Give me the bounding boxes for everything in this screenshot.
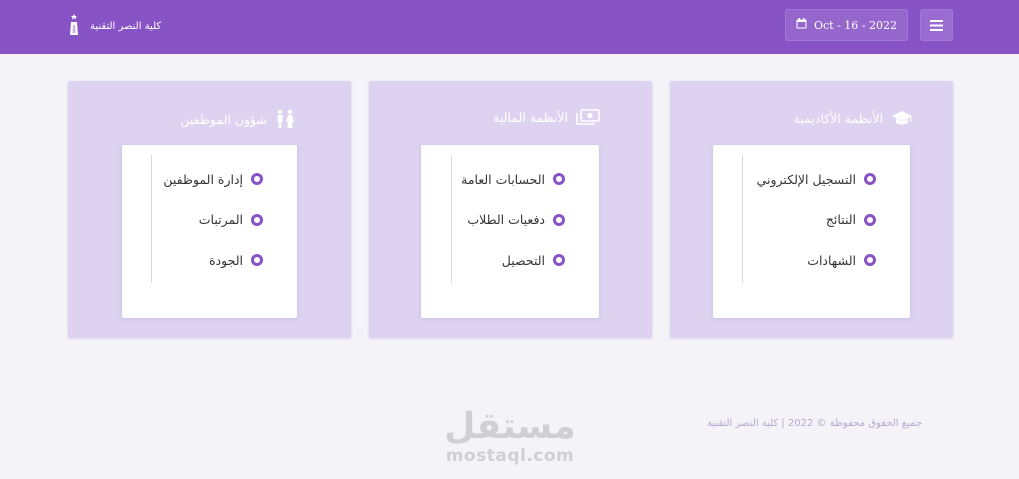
- staff-icon: [275, 109, 295, 129]
- bullet-icon: [553, 254, 565, 267]
- menu-item-results[interactable]: النتائج: [757, 200, 876, 241]
- menu-item-label: التحصيل: [501, 252, 545, 268]
- card-menu-panel: التسجيل الإلكتروني النتائج الشهادات: [713, 145, 910, 318]
- bullet-icon: [251, 213, 263, 226]
- graduation-cap-icon: [891, 109, 913, 127]
- bullet-icon: [864, 173, 876, 186]
- money-icon: [576, 109, 600, 125]
- card-financial-systems: الأنظمة المالية الحسابات العامة دفعيات ا…: [369, 81, 652, 338]
- card-title-text: شؤون الموظفين: [180, 111, 267, 127]
- divider: [742, 155, 743, 283]
- menu-item-e-registration[interactable]: التسجيل الإلكتروني: [757, 159, 876, 200]
- menu-item-label: الشهادات: [807, 252, 856, 268]
- divider: [151, 155, 152, 283]
- menu-item-collection[interactable]: التحصيل: [461, 240, 565, 281]
- menu-item-label: الحسابات العامة: [461, 171, 545, 187]
- card-menu-list: الحسابات العامة دفعيات الطلاب التحصيل: [461, 159, 565, 281]
- menu-item-salaries[interactable]: المرتبات: [163, 200, 263, 241]
- bullet-icon: [864, 254, 876, 267]
- card-title-text: الأنظمة المالية: [493, 109, 568, 125]
- card-title-text: الأنظمة الأكاديمية: [793, 110, 883, 126]
- bullet-icon: [251, 173, 263, 186]
- date-display: Oct - 16 - 2022: [785, 9, 908, 41]
- calendar-icon: [796, 18, 807, 32]
- card-menu-list: إدارة الموظفين المرتبات الجودة: [163, 159, 263, 281]
- menu-item-label: إدارة الموظفين: [163, 171, 243, 187]
- brand-name: كلية النصر التقنية: [90, 20, 162, 32]
- bullet-icon: [553, 213, 565, 226]
- card-title: شؤون الموظفين: [180, 109, 295, 129]
- college-logo-icon: [66, 13, 82, 40]
- card-staff-affairs: شؤون الموظفين إدارة الموظفين المرتبات ال…: [68, 81, 351, 338]
- card-menu-panel: الحسابات العامة دفعيات الطلاب التحصيل: [421, 145, 599, 318]
- divider: [451, 155, 452, 283]
- card-title: الأنظمة المالية: [493, 109, 600, 125]
- footer-copyright: جميع الحقوق محفوظة © 2022 | كلية النصر ا…: [707, 418, 922, 429]
- hamburger-menu-icon: [930, 16, 943, 35]
- bullet-icon: [553, 173, 565, 186]
- mostaql-watermark: مستقل mostaql.com: [440, 406, 580, 466]
- bullet-icon: [251, 254, 263, 267]
- brand[interactable]: كلية النصر التقنية: [66, 8, 161, 44]
- card-menu-list: التسجيل الإلكتروني النتائج الشهادات: [757, 159, 876, 281]
- menu-item-staff-management[interactable]: إدارة الموظفين: [163, 159, 263, 200]
- date-text: Oct - 16 - 2022: [813, 18, 897, 32]
- menu-item-label: المرتبات: [198, 212, 243, 228]
- menu-item-label: التسجيل الإلكتروني: [756, 171, 856, 187]
- card-academic-systems: الأنظمة الأكاديمية التسجيل الإلكتروني ال…: [670, 81, 953, 338]
- menu-item-quality[interactable]: الجودة: [163, 240, 263, 281]
- menu-item-certificates[interactable]: الشهادات: [757, 240, 876, 281]
- menu-item-label: دفعيات الطلاب: [467, 212, 545, 228]
- menu-item-label: الجودة: [209, 252, 243, 268]
- bullet-icon: [864, 213, 876, 226]
- card-menu-panel: إدارة الموظفين المرتبات الجودة: [122, 145, 297, 318]
- watermark-latin: mostaql.com: [445, 446, 575, 466]
- menu-item-label: النتائج: [825, 212, 856, 228]
- menu-toggle-button[interactable]: [920, 9, 953, 41]
- menu-item-student-payments[interactable]: دفعيات الطلاب: [461, 200, 565, 241]
- watermark-arabic: مستقل: [444, 406, 576, 447]
- card-title: الأنظمة الأكاديمية: [794, 109, 913, 127]
- top-navbar: كلية النصر التقنية Oct - 16 - 2022: [0, 0, 1019, 54]
- menu-item-general-accounts[interactable]: الحسابات العامة: [461, 159, 565, 200]
